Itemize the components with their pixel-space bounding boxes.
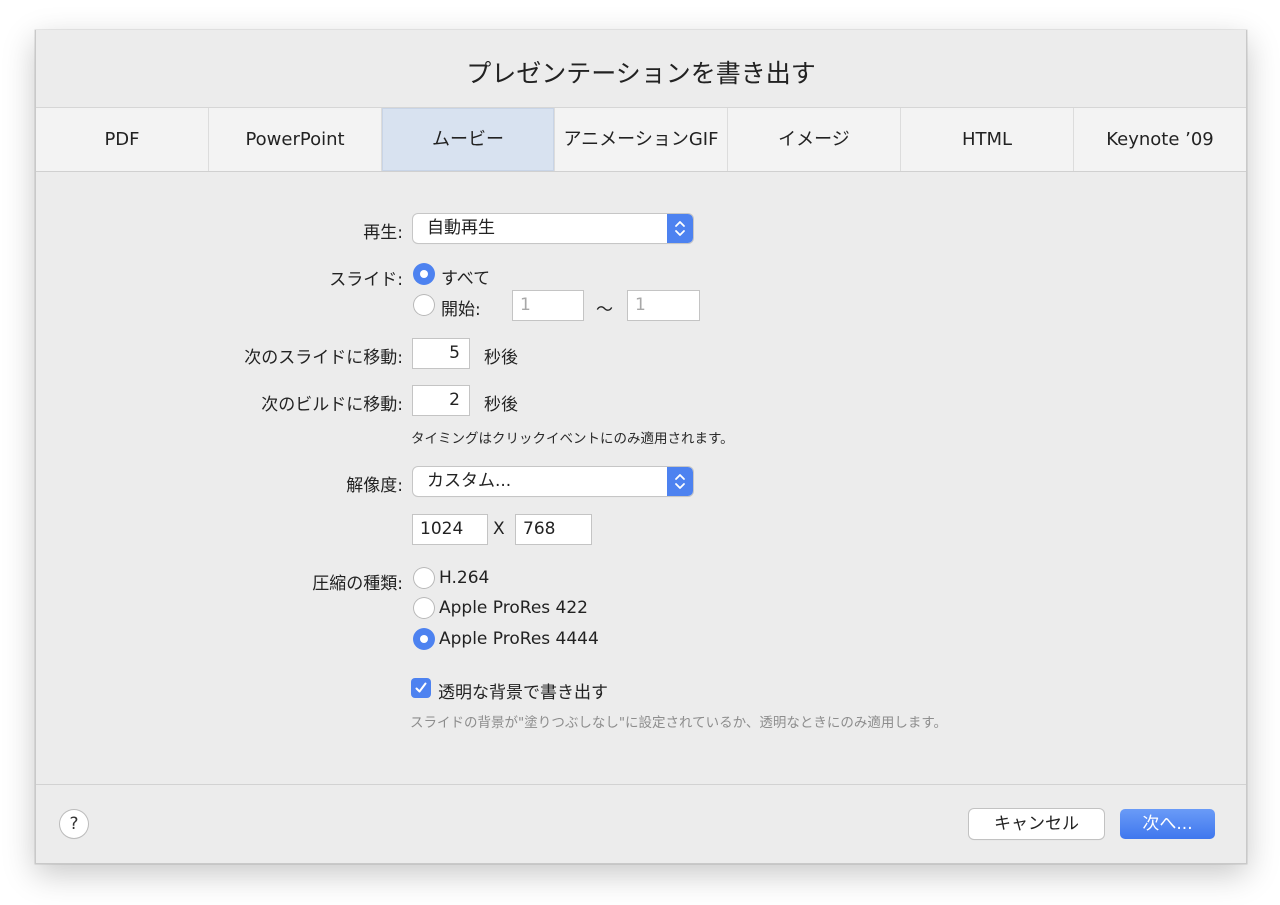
next-slide-seconds-field[interactable]: 5 (413, 339, 469, 368)
tab-animated-gif[interactable]: アニメーションGIF (555, 108, 728, 171)
chevron-up-down-icon (667, 214, 693, 243)
export-dialog: プレゼンテーションを書き出す PDF PowerPoint ムービー アニメーシ… (35, 30, 1247, 864)
slides-from-field[interactable]: 1 (513, 291, 583, 320)
tab-powerpoint[interactable]: PowerPoint (209, 108, 382, 171)
chevron-up-down-icon (667, 467, 693, 496)
cancel-button[interactable]: キャンセル (969, 809, 1104, 839)
playback-label: 再生: (363, 223, 403, 243)
next-slide-label: 次のスライドに移動: (244, 348, 403, 368)
resolution-separator: X (493, 519, 505, 539)
compression-prores4444-radio[interactable] (413, 628, 435, 650)
slides-all-radio[interactable] (413, 263, 435, 285)
help-button[interactable]: ? (60, 810, 88, 838)
transparent-background-label: 透明な背景で書き出す (438, 683, 608, 703)
tab-html[interactable]: HTML (901, 108, 1074, 171)
slides-from-radio[interactable] (413, 294, 435, 316)
playback-popup[interactable]: 自動再生 (413, 214, 693, 243)
compression-prores4444-label: Apple ProRes 4444 (439, 629, 599, 649)
dialog-title: プレゼンテーションを書き出す (466, 59, 816, 88)
resolution-value: カスタム... (427, 471, 512, 491)
checkmark-icon (415, 682, 427, 693)
resolution-popup[interactable]: カスタム... (413, 467, 693, 496)
resolution-label: 解像度: (346, 476, 403, 496)
slides-to-field[interactable]: 1 (628, 291, 699, 320)
next-build-seconds-field[interactable]: 2 (413, 386, 469, 415)
transparent-background-note: スライドの背景が"塗りつぶしなし"に設定されているか、透明なときにのみ適用します… (410, 715, 948, 731)
range-separator: 〜 (596, 300, 613, 320)
next-button[interactable]: 次へ... (1120, 809, 1215, 839)
next-slide-unit: 秒後 (484, 348, 518, 368)
compression-h264-label: H.264 (439, 568, 490, 588)
compression-h264-radio[interactable] (413, 567, 435, 589)
timing-note: タイミングはクリックイベントにのみ適用されます。 (411, 431, 734, 447)
tab-keynote-09[interactable]: Keynote ’09 (1074, 108, 1246, 171)
slides-all-label: すべて (441, 269, 491, 289)
next-build-label: 次のビルドに移動: (261, 395, 403, 415)
resolution-width-field[interactable]: 1024 (413, 515, 487, 544)
next-build-unit: 秒後 (484, 395, 518, 415)
compression-label: 圧縮の種類: (312, 574, 403, 594)
resolution-height-field[interactable]: 768 (516, 515, 591, 544)
footer-divider (36, 784, 1246, 785)
compression-prores422-label: Apple ProRes 422 (439, 598, 588, 618)
tab-images[interactable]: イメージ (728, 108, 901, 171)
compression-prores422-radio[interactable] (413, 597, 435, 619)
slides-from-label: 開始: (441, 300, 481, 320)
transparent-background-checkbox[interactable] (411, 678, 431, 698)
playback-value: 自動再生 (427, 218, 495, 238)
slides-label: スライド: (329, 270, 403, 290)
tab-pdf[interactable]: PDF (36, 108, 209, 171)
export-format-tabs: PDF PowerPoint ムービー アニメーションGIF イメージ HTML… (36, 107, 1246, 172)
tab-movie[interactable]: ムービー (382, 108, 555, 171)
